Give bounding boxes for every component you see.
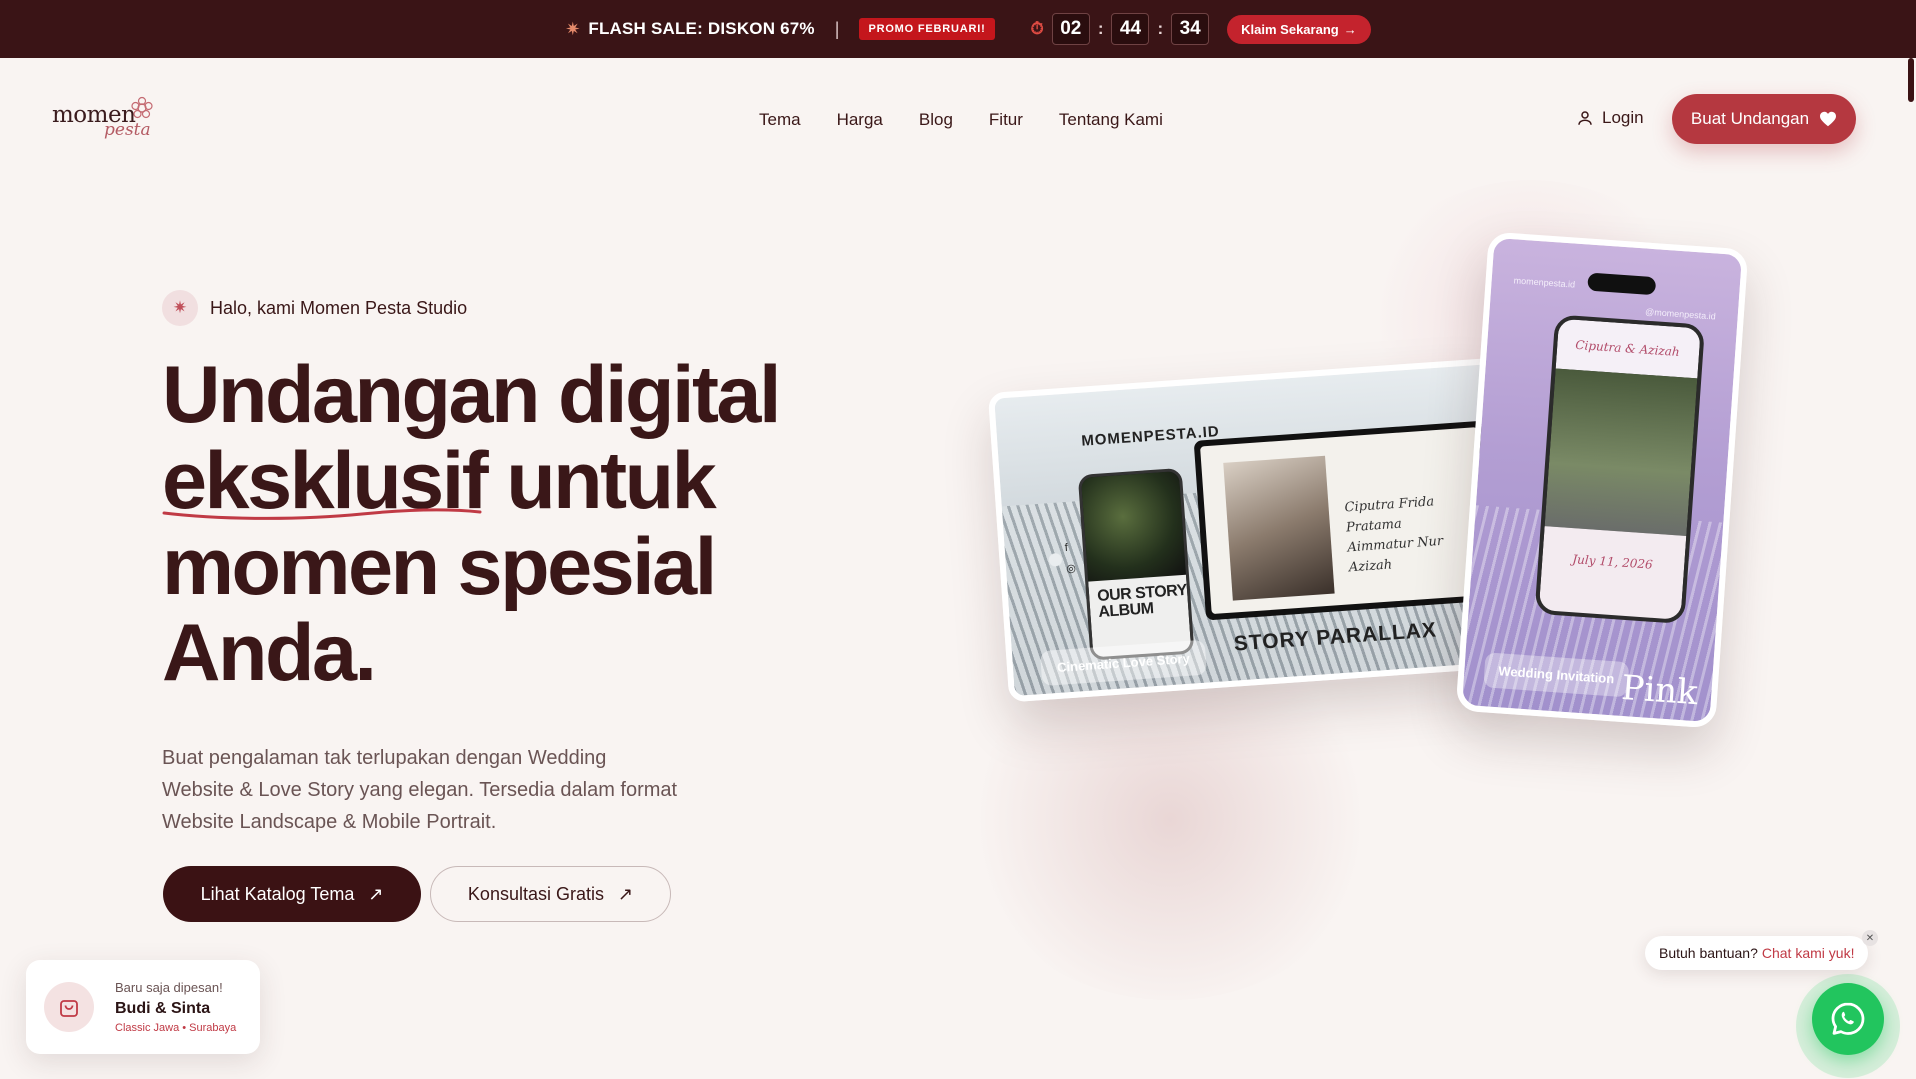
headline-highlight: eksklusif xyxy=(162,438,489,524)
handle-tag: @momenpesta.id xyxy=(1644,306,1717,322)
headline-line-3: momen spesial xyxy=(162,522,717,612)
hero-eyebrow: ✷ Halo, kami Momen Pesta Studio xyxy=(162,290,467,326)
chat-link[interactable]: Chat kami yuk! xyxy=(1762,945,1855,961)
flash-sale-text: FLASH SALE: DISKON 67% xyxy=(588,19,815,38)
underline-swash xyxy=(162,508,482,520)
mockup-phone: Ciputra & Azizah July 11, 2026 xyxy=(1534,314,1706,625)
countdown-minutes: 44 xyxy=(1111,13,1150,45)
claim-label: Klaim Sekarang xyxy=(1241,21,1339,37)
help-bubble[interactable]: Butuh bantuan? Chat kami yuk! xyxy=(1645,936,1869,970)
story-album-title: OUR STORY ALBUM xyxy=(1096,581,1188,621)
promo-badge: PROMO FEBRUARI! xyxy=(859,18,995,40)
order-kicker: Baru saja dipesan! xyxy=(115,980,223,995)
phone-footer xyxy=(1538,526,1687,625)
sparkle-icon: ✷ xyxy=(162,290,198,326)
promo-separator: | xyxy=(834,18,840,39)
arrow-up-right-icon: ↗ xyxy=(617,883,634,904)
order-meta: Classic Jawa • Surabaya xyxy=(115,1022,237,1034)
sparkle-icon: ✷ xyxy=(565,18,581,39)
promo-content: ✷ FLASH SALE: DISKON 67% | PROMO FEBRUAR… xyxy=(565,13,1371,45)
arrow-up-right-icon: ↗ xyxy=(368,883,384,904)
heart-icon xyxy=(1820,111,1837,127)
countdown-colon: : xyxy=(1097,19,1104,38)
stopwatch-icon: ⏱ xyxy=(1030,19,1044,38)
user-icon xyxy=(1578,111,1592,125)
phone-notch xyxy=(1587,272,1657,296)
promo-bar: ✷ FLASH SALE: DISKON 67% | PROMO FEBRUAR… xyxy=(0,0,1916,58)
nav-blog[interactable]: Blog xyxy=(919,110,953,130)
phone-photo xyxy=(1544,368,1698,537)
hero-headline: Undangan digital eksklusif untuk momen s… xyxy=(162,352,862,696)
nav-tentang-kami[interactable]: Tentang Kami xyxy=(1059,110,1163,130)
mockup-mini-phone: OUR STORY ALBUM xyxy=(1077,467,1195,661)
view-catalog-button[interactable]: Lihat Katalog Tema ↗ xyxy=(163,866,421,922)
recent-order-toast: Baru saja dipesan! Budi & Sinta Classic … xyxy=(26,960,260,1054)
free-consultation-label: Konsultasi Gratis xyxy=(467,883,604,904)
portrait-mockup: momenpesta.id @momenpesta.id Ciputra & A… xyxy=(1455,231,1749,729)
headline-line-1: Undangan digital xyxy=(162,350,781,440)
create-invitation-label: Buat Undangan xyxy=(1690,109,1810,128)
landscape-mockup: MOMENPESTA.ID OUR STORY ALBUM f ◎ Ciputr… xyxy=(987,357,1519,703)
laptop-screen: Ciputra Frida Pratama Aimmatur Nur Aziza… xyxy=(1200,427,1490,615)
facebook-icon: f xyxy=(1064,541,1069,555)
free-consultation-button[interactable]: Konsultasi Gratis ↗ xyxy=(430,866,671,922)
arrow-right-icon: → xyxy=(1343,21,1357,37)
nav-tema[interactable]: Tema xyxy=(759,110,801,130)
couple-photo xyxy=(1223,455,1335,601)
whatsapp-icon xyxy=(1831,1002,1865,1035)
flower-icon xyxy=(131,96,153,119)
nav-harga[interactable]: Harga xyxy=(837,110,883,130)
login-label: Login xyxy=(1602,108,1644,127)
headline-line-2-rest: untuk xyxy=(486,436,716,526)
site-tag: momenpesta.id xyxy=(1513,275,1576,290)
nav-fitur[interactable]: Fitur xyxy=(989,110,1023,130)
navbar: momen pesta Tema Harga Blog Fitur Tentan… xyxy=(0,58,1916,180)
order-customer-name: Budi & Sinta xyxy=(115,1000,211,1017)
login-link[interactable]: Login xyxy=(1576,108,1644,128)
create-invitation-button[interactable]: Buat Undangan xyxy=(1672,94,1856,144)
whatsapp-chat-button[interactable] xyxy=(1812,983,1884,1055)
close-icon[interactable]: ✕ xyxy=(1862,930,1878,946)
countdown-hours: 02 xyxy=(1051,13,1090,45)
mockup-laptop: Ciputra Frida Pratama Aimmatur Nur Aziza… xyxy=(1193,420,1496,621)
scrollbar-thumb[interactable] xyxy=(1908,58,1914,102)
logo[interactable]: momen pesta xyxy=(52,96,162,144)
claim-now-button[interactable]: Klaim Sekarang → xyxy=(1227,14,1371,44)
leaf-photo xyxy=(1080,471,1186,582)
countdown-colon: : xyxy=(1157,19,1164,38)
main-nav: Tema Harga Blog Fitur Tentang Kami xyxy=(759,110,1163,130)
view-catalog-label: Lihat Katalog Tema xyxy=(200,883,355,904)
logo-script: pesta xyxy=(104,120,151,140)
hero-lead: Buat pengalaman tak terlupakan dengan We… xyxy=(162,747,678,833)
instagram-icon: ◎ xyxy=(1065,562,1077,576)
headline-line-4: Anda. xyxy=(162,608,377,698)
countdown-seconds: 34 xyxy=(1171,13,1210,45)
help-question: Butuh bantuan? xyxy=(1659,945,1758,961)
shopping-bag-icon xyxy=(44,982,94,1032)
eyebrow-text: Halo, kami Momen Pesta Studio xyxy=(210,297,468,318)
headline-line-2: eksklusif untuk xyxy=(162,438,862,524)
theme-name: Pink xyxy=(1620,667,1700,714)
